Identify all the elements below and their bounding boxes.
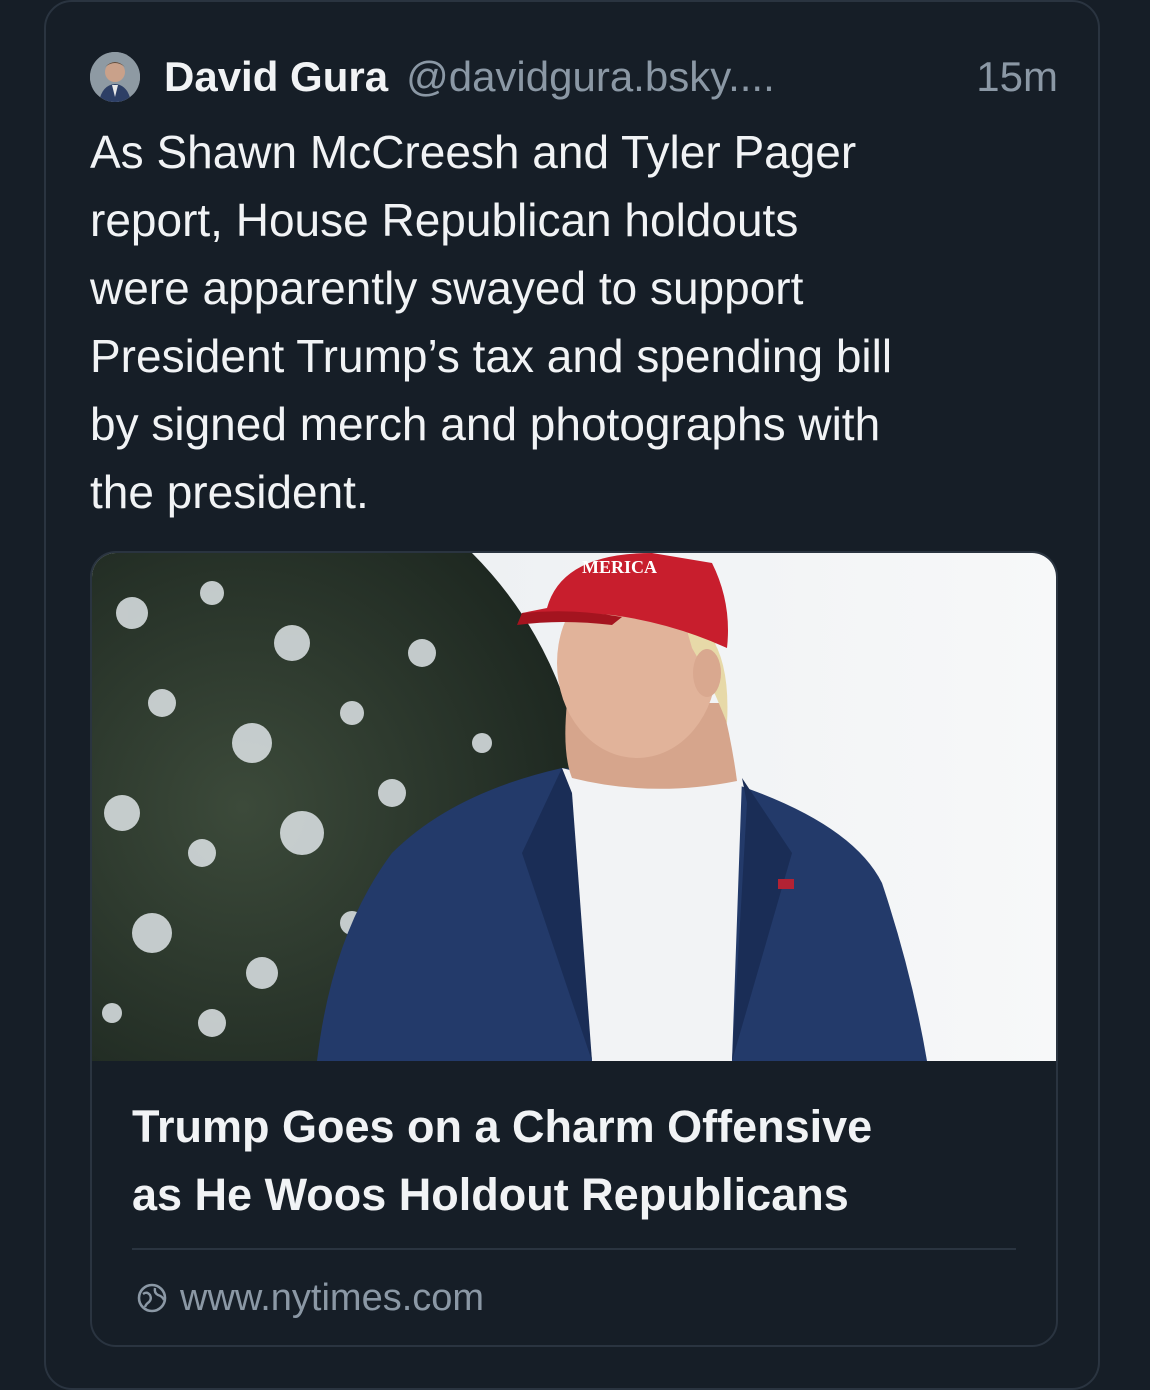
post-text-line: were apparently swayed to support xyxy=(90,262,804,314)
avatar[interactable] xyxy=(90,52,140,102)
post-text-line: As Shawn McCreesh and Tyler Pager xyxy=(90,126,857,178)
divider xyxy=(132,1248,1016,1250)
author-handle[interactable]: @davidgura.bsky.... xyxy=(406,53,775,101)
post-text-line: President Trump’s tax and spending bill xyxy=(90,330,893,382)
cap-text: MERICA xyxy=(582,557,657,577)
post-timestamp[interactable]: 15m xyxy=(976,53,1058,101)
post-text-line: the president. xyxy=(90,466,369,518)
author-name[interactable]: David Gura xyxy=(164,53,388,101)
post-header: David Gura @davidgura.bsky.... 15m xyxy=(90,46,1058,108)
avatar-image xyxy=(90,52,140,102)
link-card[interactable]: MERICA Trump Goes on a Charm Offensive a… xyxy=(90,551,1058,1347)
post-container[interactable]: David Gura @davidgura.bsky.... 15m As Sh… xyxy=(44,0,1100,1390)
link-card-domain: www.nytimes.com xyxy=(180,1276,485,1319)
link-card-title-line: Trump Goes on a Charm Offensive xyxy=(132,1101,873,1152)
link-card-title[interactable]: Trump Goes on a Charm Offensive as He Wo… xyxy=(132,1093,1032,1229)
link-card-source[interactable]: www.nytimes.com xyxy=(136,1273,484,1323)
globe-icon xyxy=(137,1283,167,1313)
link-card-title-line: as He Woos Holdout Republicans xyxy=(132,1169,849,1220)
post-text: As Shawn McCreesh and Tyler Pager report… xyxy=(90,118,1080,526)
post-text-line: report, House Republican holdouts xyxy=(90,194,799,246)
post-text-line: by signed merch and photographs with xyxy=(90,398,881,450)
link-card-image[interactable]: MERICA xyxy=(92,553,1058,1061)
